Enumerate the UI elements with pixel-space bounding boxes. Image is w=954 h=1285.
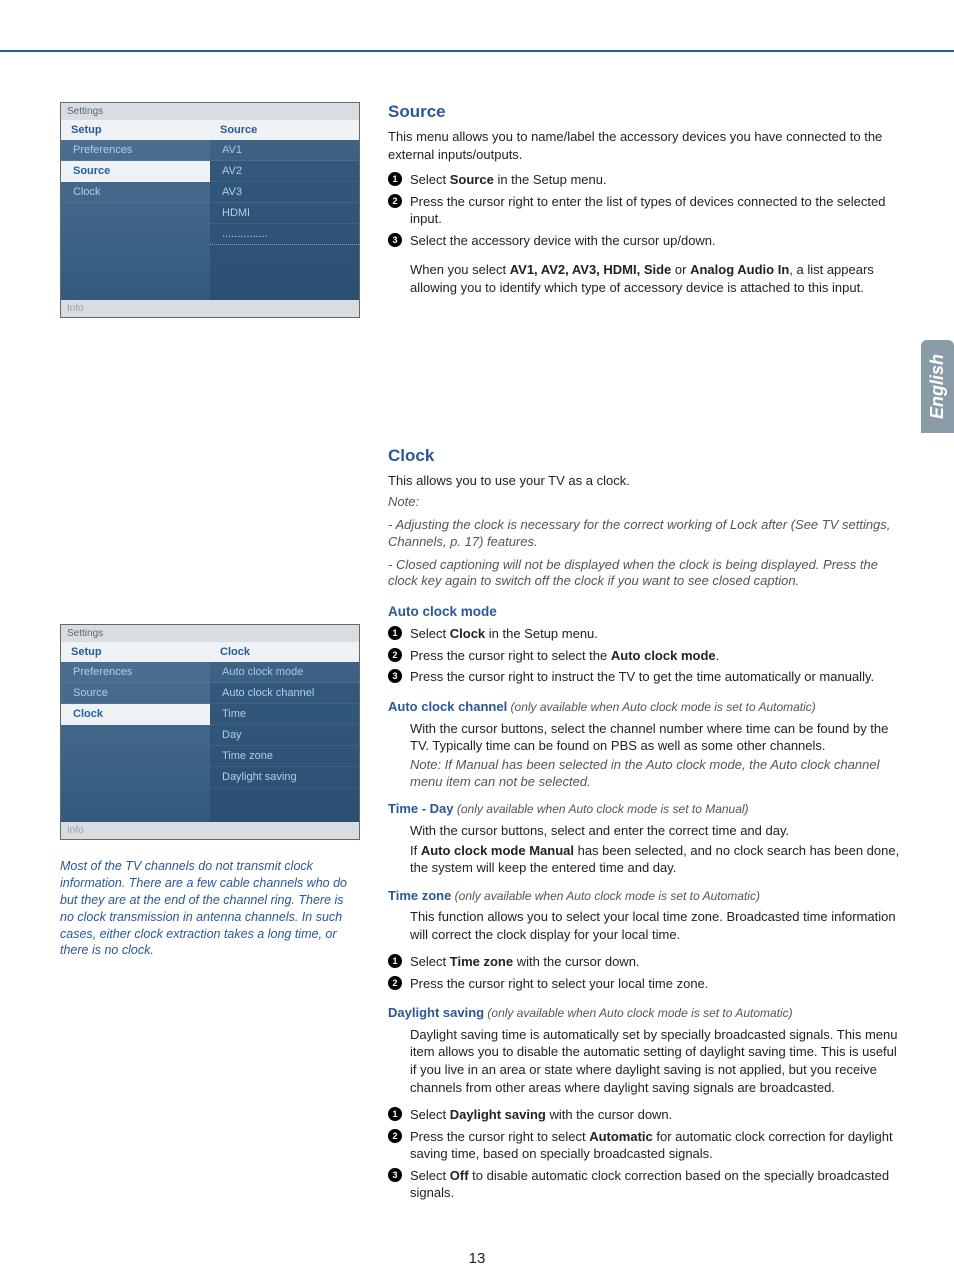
note: Note: If Manual has been selected in the… [410,757,904,791]
step: 2 Press the cursor right to select your … [388,975,904,993]
qualifier: (only available when Auto clock mode is … [507,700,816,714]
menu-head-left: Setup [61,120,210,140]
menu-right-item: Daylight saving [210,767,359,788]
menu-head-right: Clock [210,642,359,662]
step-number-icon: 3 [388,233,402,247]
step-number-icon: 2 [388,1129,402,1143]
tv-menu-clock: Settings Setup Clock Preferences Source … [60,624,360,840]
source-heading: Source [388,102,904,122]
step: 2 Press the cursor right to enter the li… [388,193,904,228]
menu-info: Info [61,300,359,317]
body-text: With the cursor buttons, select and ente… [410,822,904,840]
menu-right-item: AV2 [210,161,359,182]
menu-right-item: Time zone [210,746,359,767]
tv-menu-source: Settings Setup Source Preferences Source… [60,102,360,318]
clock-intro: This allows you to use your TV as a cloc… [388,472,904,490]
qualifier: (only available when Auto clock mode is … [454,802,749,816]
step-number-icon: 2 [388,194,402,208]
step-number-icon: 1 [388,626,402,640]
menu-right-item: AV1 [210,140,359,161]
auto-clock-channel-label: Auto clock channel [388,699,507,714]
menu-right-item: Time [210,704,359,725]
step: 1 Select Time zone with the cursor down. [388,953,904,971]
step: 2 Press the cursor right to select the A… [388,647,904,665]
body-text: If Auto clock mode Manual has been selec… [410,842,904,877]
page-number: 13 [0,1250,954,1267]
menu-right-item: Auto clock mode [210,662,359,683]
time-day-label: Time - Day [388,801,454,816]
menu-right-item: Day [210,725,359,746]
step: 2 Press the cursor right to select Autom… [388,1128,904,1163]
body-text: Daylight saving time is automatically se… [410,1026,904,1096]
side-note: Most of the TV channels do not transmit … [60,858,360,959]
body-text: This function allows you to select your … [410,908,904,943]
qualifier: (only available when Auto clock mode is … [451,889,760,903]
source-intro: This menu allows you to name/label the a… [388,128,904,163]
step: 1 Select Daylight saving with the cursor… [388,1106,904,1124]
menu-left-item: Source [61,683,210,704]
step-number-icon: 3 [388,669,402,683]
menu-head-right: Source [210,120,359,140]
menu-left-item-selected: Clock [61,704,210,725]
menu-head-left: Setup [61,642,210,662]
menu-right-item: HDMI [210,203,359,224]
menu-left-item: Preferences [61,140,210,161]
auto-clock-mode-heading: Auto clock mode [388,604,904,619]
page-content: Settings Setup Source Preferences Source… [0,50,954,1244]
step: 1 Select Source in the Setup menu. [388,171,904,189]
note-label: Note: [388,494,904,511]
body-text: With the cursor buttons, select the chan… [410,720,904,755]
step: 1 Select Clock in the Setup menu. [388,625,904,643]
source-result: When you select AV1, AV2, AV3, HDMI, Sid… [410,261,904,296]
qualifier: (only available when Auto clock mode is … [484,1006,793,1020]
menu-title: Settings [61,625,359,642]
menu-left-item: Preferences [61,662,210,683]
step-number-icon: 2 [388,976,402,990]
step-number-icon: 1 [388,954,402,968]
menu-left-item-selected: Source [61,161,210,182]
daylight-saving-label: Daylight saving [388,1005,484,1020]
step: 3 Select Off to disable automatic clock … [388,1167,904,1202]
clock-note: - Adjusting the clock is necessary for t… [388,517,904,551]
menu-right-item: Auto clock channel [210,683,359,704]
clock-heading: Clock [388,446,904,466]
step-number-icon: 2 [388,648,402,662]
step-number-icon: 1 [388,172,402,186]
menu-right-item: AV3 [210,182,359,203]
step: 3 Press the cursor right to instruct the… [388,668,904,686]
time-zone-label: Time zone [388,888,451,903]
step: 3 Select the accessory device with the c… [388,232,904,250]
menu-title: Settings [61,103,359,120]
menu-info: Info [61,822,359,839]
step-number-icon: 1 [388,1107,402,1121]
step-number-icon: 3 [388,1168,402,1182]
clock-note: - Closed captioning will not be displaye… [388,557,904,591]
menu-left-item: Clock [61,182,210,203]
menu-right-item: ............... [210,224,359,245]
